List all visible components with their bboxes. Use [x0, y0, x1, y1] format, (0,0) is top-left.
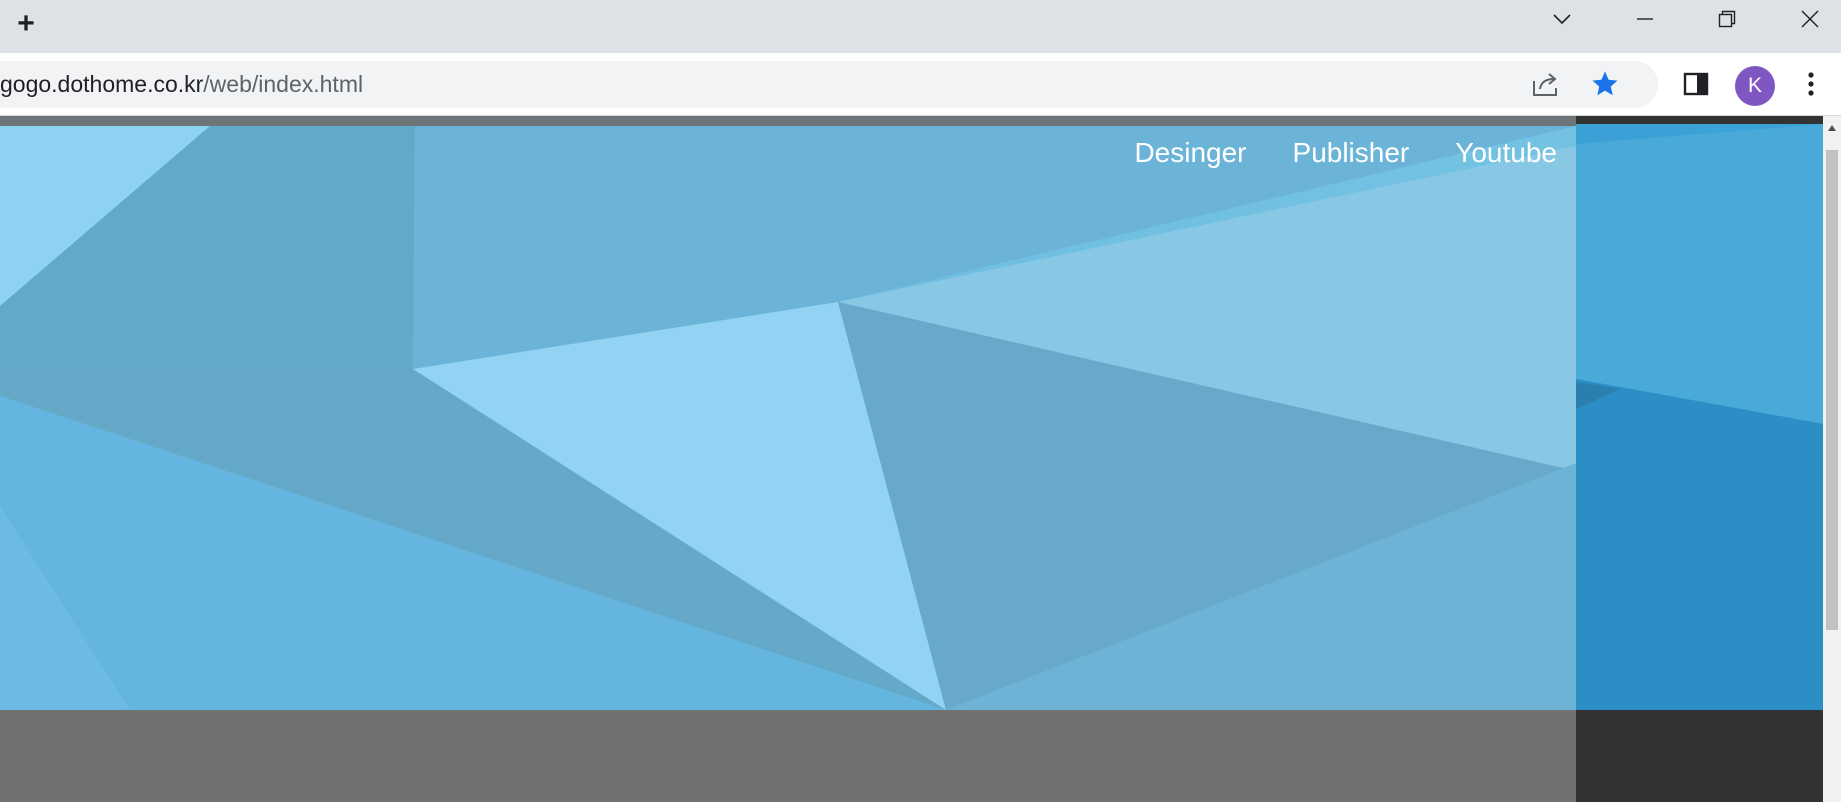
side-panel-button[interactable]: [1678, 66, 1714, 102]
address-bar[interactable]: gogo.dothome.co.kr/web/index.html: [0, 61, 1658, 108]
share-icon: [1533, 73, 1557, 96]
triangle-up-icon: [1828, 125, 1836, 131]
scroll-thumb[interactable]: [1826, 150, 1838, 630]
page-viewport: Desinger Publisher Youtube: [0, 116, 1823, 802]
new-tab-button[interactable]: +: [10, 7, 42, 40]
share-button[interactable]: [1528, 66, 1564, 102]
browser-toolbar: gogo.dothome.co.kr/web/index.html: [0, 53, 1841, 116]
nav-link-youtube[interactable]: Youtube: [1455, 137, 1557, 169]
close-icon: [1801, 10, 1819, 28]
close-button[interactable]: [1781, 0, 1839, 38]
scroll-up-button[interactable]: [1823, 120, 1841, 136]
content-gray-section: [0, 710, 1823, 802]
tab-search-button[interactable]: [1533, 0, 1591, 38]
right-panel-blue-area: [1576, 124, 1823, 710]
chevron-down-icon: [1553, 14, 1571, 25]
plus-icon: +: [17, 7, 35, 40]
restore-icon: [1718, 10, 1736, 28]
minimize-button[interactable]: [1616, 0, 1674, 38]
polygon-background: [0, 116, 1620, 710]
side-panel-icon: [1683, 72, 1709, 96]
star-icon: [1592, 71, 1618, 96]
bookmark-button[interactable]: [1587, 66, 1623, 102]
browser-title-bar: +: [0, 0, 1841, 53]
main-nav: Desinger Publisher Youtube: [1134, 137, 1557, 169]
more-vert-icon: [1808, 72, 1814, 96]
minimize-icon: [1637, 18, 1653, 20]
hero-banner: Desinger Publisher Youtube: [0, 116, 1823, 710]
page-scrollbar[interactable]: [1823, 116, 1841, 802]
url-path: /web/index.html: [203, 71, 364, 97]
right-panel-polygons: [1576, 124, 1823, 710]
restore-button[interactable]: [1698, 0, 1756, 38]
chrome-menu-button[interactable]: [1793, 66, 1829, 102]
profile-avatar[interactable]: K: [1735, 66, 1775, 106]
url-text[interactable]: gogo.dothome.co.kr/web/index.html: [0, 69, 363, 99]
url-host: gogo.dothome.co.kr: [0, 71, 204, 97]
right-side-panel: [1576, 116, 1823, 802]
nav-link-designer[interactable]: Desinger: [1134, 137, 1246, 169]
nav-link-publisher[interactable]: Publisher: [1293, 137, 1410, 169]
